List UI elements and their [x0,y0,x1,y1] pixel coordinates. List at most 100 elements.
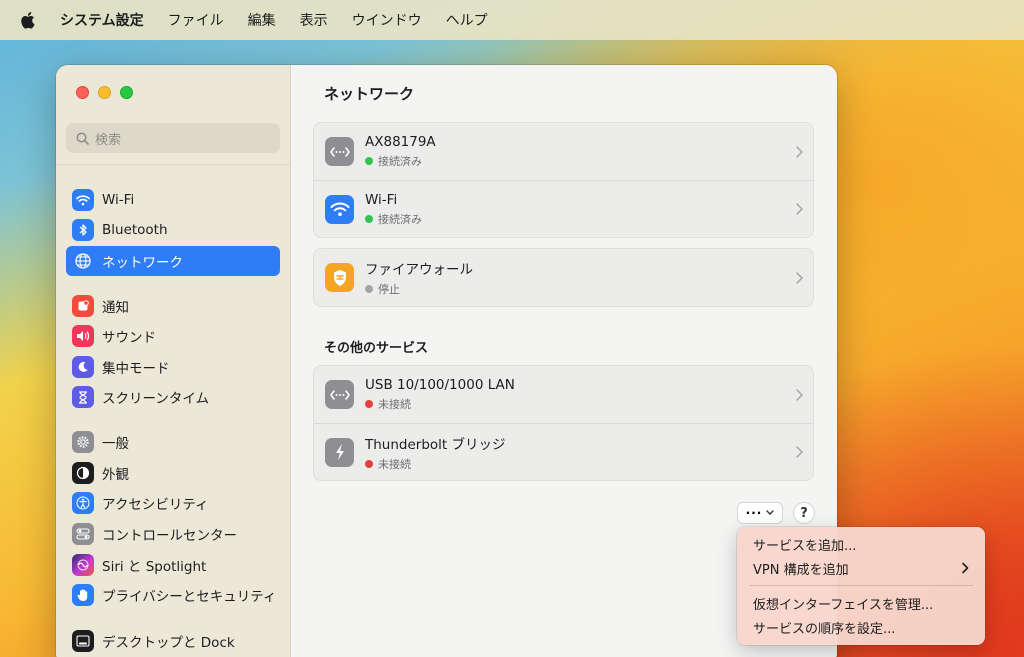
sidebar-item-sound[interactable]: サウンド [66,321,280,351]
sidebar-item-notifications[interactable]: 通知 [66,291,280,321]
menu-window[interactable]: ウインドウ [352,10,422,30]
menu-item-set-service-order[interactable]: サービスの順序を設定... [737,615,985,639]
sidebar-item-focus[interactable]: 集中モード [66,352,280,382]
toggles-icon [72,523,94,545]
service-name: AX88179A [365,134,436,150]
thunderbolt-icon [325,437,354,467]
menu-item-add-service[interactable]: サービスを追加... [737,532,985,556]
menu-help[interactable]: ヘルプ [446,10,488,30]
service-name: Wi-Fi [365,191,398,208]
status-dot-connected [365,157,373,165]
sidebar-item-siri-spotlight[interactable]: Siri と Spotlight [66,550,280,580]
service-name: ファイアウォール [365,262,473,278]
menu-file[interactable]: ファイル [168,10,224,30]
window-controls [76,86,133,99]
status-dot-disconnected [365,400,373,408]
service-status: 接続済み [378,212,422,226]
ethernet-icon [325,380,354,409]
close-button[interactable] [76,86,89,99]
service-name: Thunderbolt ブリッジ [365,436,506,453]
chevron-down-icon [766,510,775,515]
menu-item-manage-virtual-interfaces[interactable]: 仮想インターフェイスを管理... [737,591,985,615]
sidebar-item-wifi[interactable]: Wi-Fi [66,185,280,215]
minimize-button[interactable] [98,86,111,99]
sidebar-item-label: 集中モード [102,361,170,377]
service-name: USB 10/100/1000 LAN [365,377,515,393]
service-status: 未接続 [378,398,411,411]
sidebar-item-label: Wi-Fi [102,192,135,208]
search-placeholder: 検索 [95,132,122,148]
search-field[interactable]: 検索 [66,123,280,153]
status-dot-off [365,285,373,293]
service-row-firewall[interactable]: ファイアウォール 停止 [314,249,813,306]
service-row-ax88179a[interactable]: AX88179A 接続済み [314,123,813,180]
status-dot-connected [365,214,373,223]
sidebar-item-label: Bluetooth [102,222,168,238]
service-row-wifi[interactable]: Wi-Fi 接続済み [314,180,813,237]
hand-icon [72,584,94,606]
sidebar-item-label: Siri と Spotlight [102,559,207,575]
wifi-icon [72,189,94,211]
ethernet-icon [325,137,354,166]
sidebar-item-label: 通知 [102,300,129,316]
sidebar-item-label: ネットワーク [102,255,183,271]
more-actions-menu: サービスを追加... VPN 構成を追加 仮想インターフェイスを管理... サー… [737,527,985,645]
hourglass-icon [72,386,94,408]
service-row-usb-lan[interactable]: USB 10/100/1000 LAN 未接続 [314,366,813,423]
other-services-heading: その他のサービス [324,341,429,356]
accessibility-icon [72,492,94,514]
sidebar-item-network[interactable]: ネットワーク [66,246,280,276]
sidebar-item-appearance[interactable]: 外観 [66,458,280,488]
chevron-right-icon [796,203,803,215]
appearance-icon [72,462,94,484]
firewall-icon [325,263,354,292]
ellipsis-icon: ··· [745,506,763,520]
status-dot-disconnected [365,459,373,468]
menu-item-add-vpn[interactable]: VPN 構成を追加 [737,556,985,580]
dock-icon [72,630,94,652]
service-status: 停止 [378,283,400,296]
sidebar-divider [56,164,291,165]
sidebar-item-privacy-security[interactable]: プライバシーとセキュリティ [66,580,280,610]
sidebar-item-label: 外観 [102,467,129,483]
menu-item-label: VPN 構成を追加 [753,562,849,578]
search-icon [76,132,89,145]
sidebar-item-desktop-dock[interactable]: デスクトップと Dock [66,626,280,656]
menu-separator [749,585,973,586]
siri-icon [72,554,94,576]
globe-icon [72,250,94,272]
page-title: ネットワーク [324,85,415,103]
chevron-right-icon [796,446,803,458]
wifi-icon [325,194,354,224]
other-services-group: USB 10/100/1000 LAN 未接続 Thunderbolt ブリッジ… [313,365,814,481]
sidebar-item-label: アクセシビリティ [102,497,209,513]
sidebar-item-label: デスクトップと Dock [102,635,235,651]
service-row-thunderbolt-bridge[interactable]: Thunderbolt ブリッジ 未接続 [314,423,813,480]
help-button[interactable]: ? [793,502,815,524]
zoom-button[interactable] [120,86,133,99]
more-actions-button[interactable]: ··· [737,502,783,524]
firewall-group: ファイアウォール 停止 [313,248,814,307]
sidebar-item-general[interactable]: 一般 [66,427,280,457]
menu-edit[interactable]: 編集 [248,10,276,30]
sidebar: 検索 Wi-Fi Bluetooth ネットワーク 通知 サウンド 集中モード … [56,65,291,657]
speaker-icon [72,325,94,347]
chevron-right-icon [796,388,803,401]
service-status: 接続済み [378,155,422,168]
sidebar-item-accessibility[interactable]: アクセシビリティ [66,488,280,518]
sidebar-item-screen-time[interactable]: スクリーンタイム [66,382,280,412]
sidebar-item-control-center[interactable]: コントロールセンター [66,519,280,549]
apple-menu-icon[interactable] [20,11,36,29]
sidebar-item-bluetooth[interactable]: Bluetooth [66,215,280,245]
menu-bar: システム設定 ファイル 編集 表示 ウインドウ ヘルプ [0,0,1024,40]
chevron-right-icon [796,145,803,158]
bell-icon [72,295,94,317]
sidebar-item-label: スクリーンタイム [102,391,210,407]
sidebar-item-label: コントロールセンター [102,528,237,544]
sidebar-item-label: 一般 [102,436,129,452]
settings-window: 検索 Wi-Fi Bluetooth ネットワーク 通知 サウンド 集中モード … [56,65,837,657]
sidebar-item-label: プライバシーとセキュリティ [102,589,277,605]
menu-app-name[interactable]: システム設定 [60,10,144,30]
menu-view[interactable]: 表示 [300,10,328,30]
